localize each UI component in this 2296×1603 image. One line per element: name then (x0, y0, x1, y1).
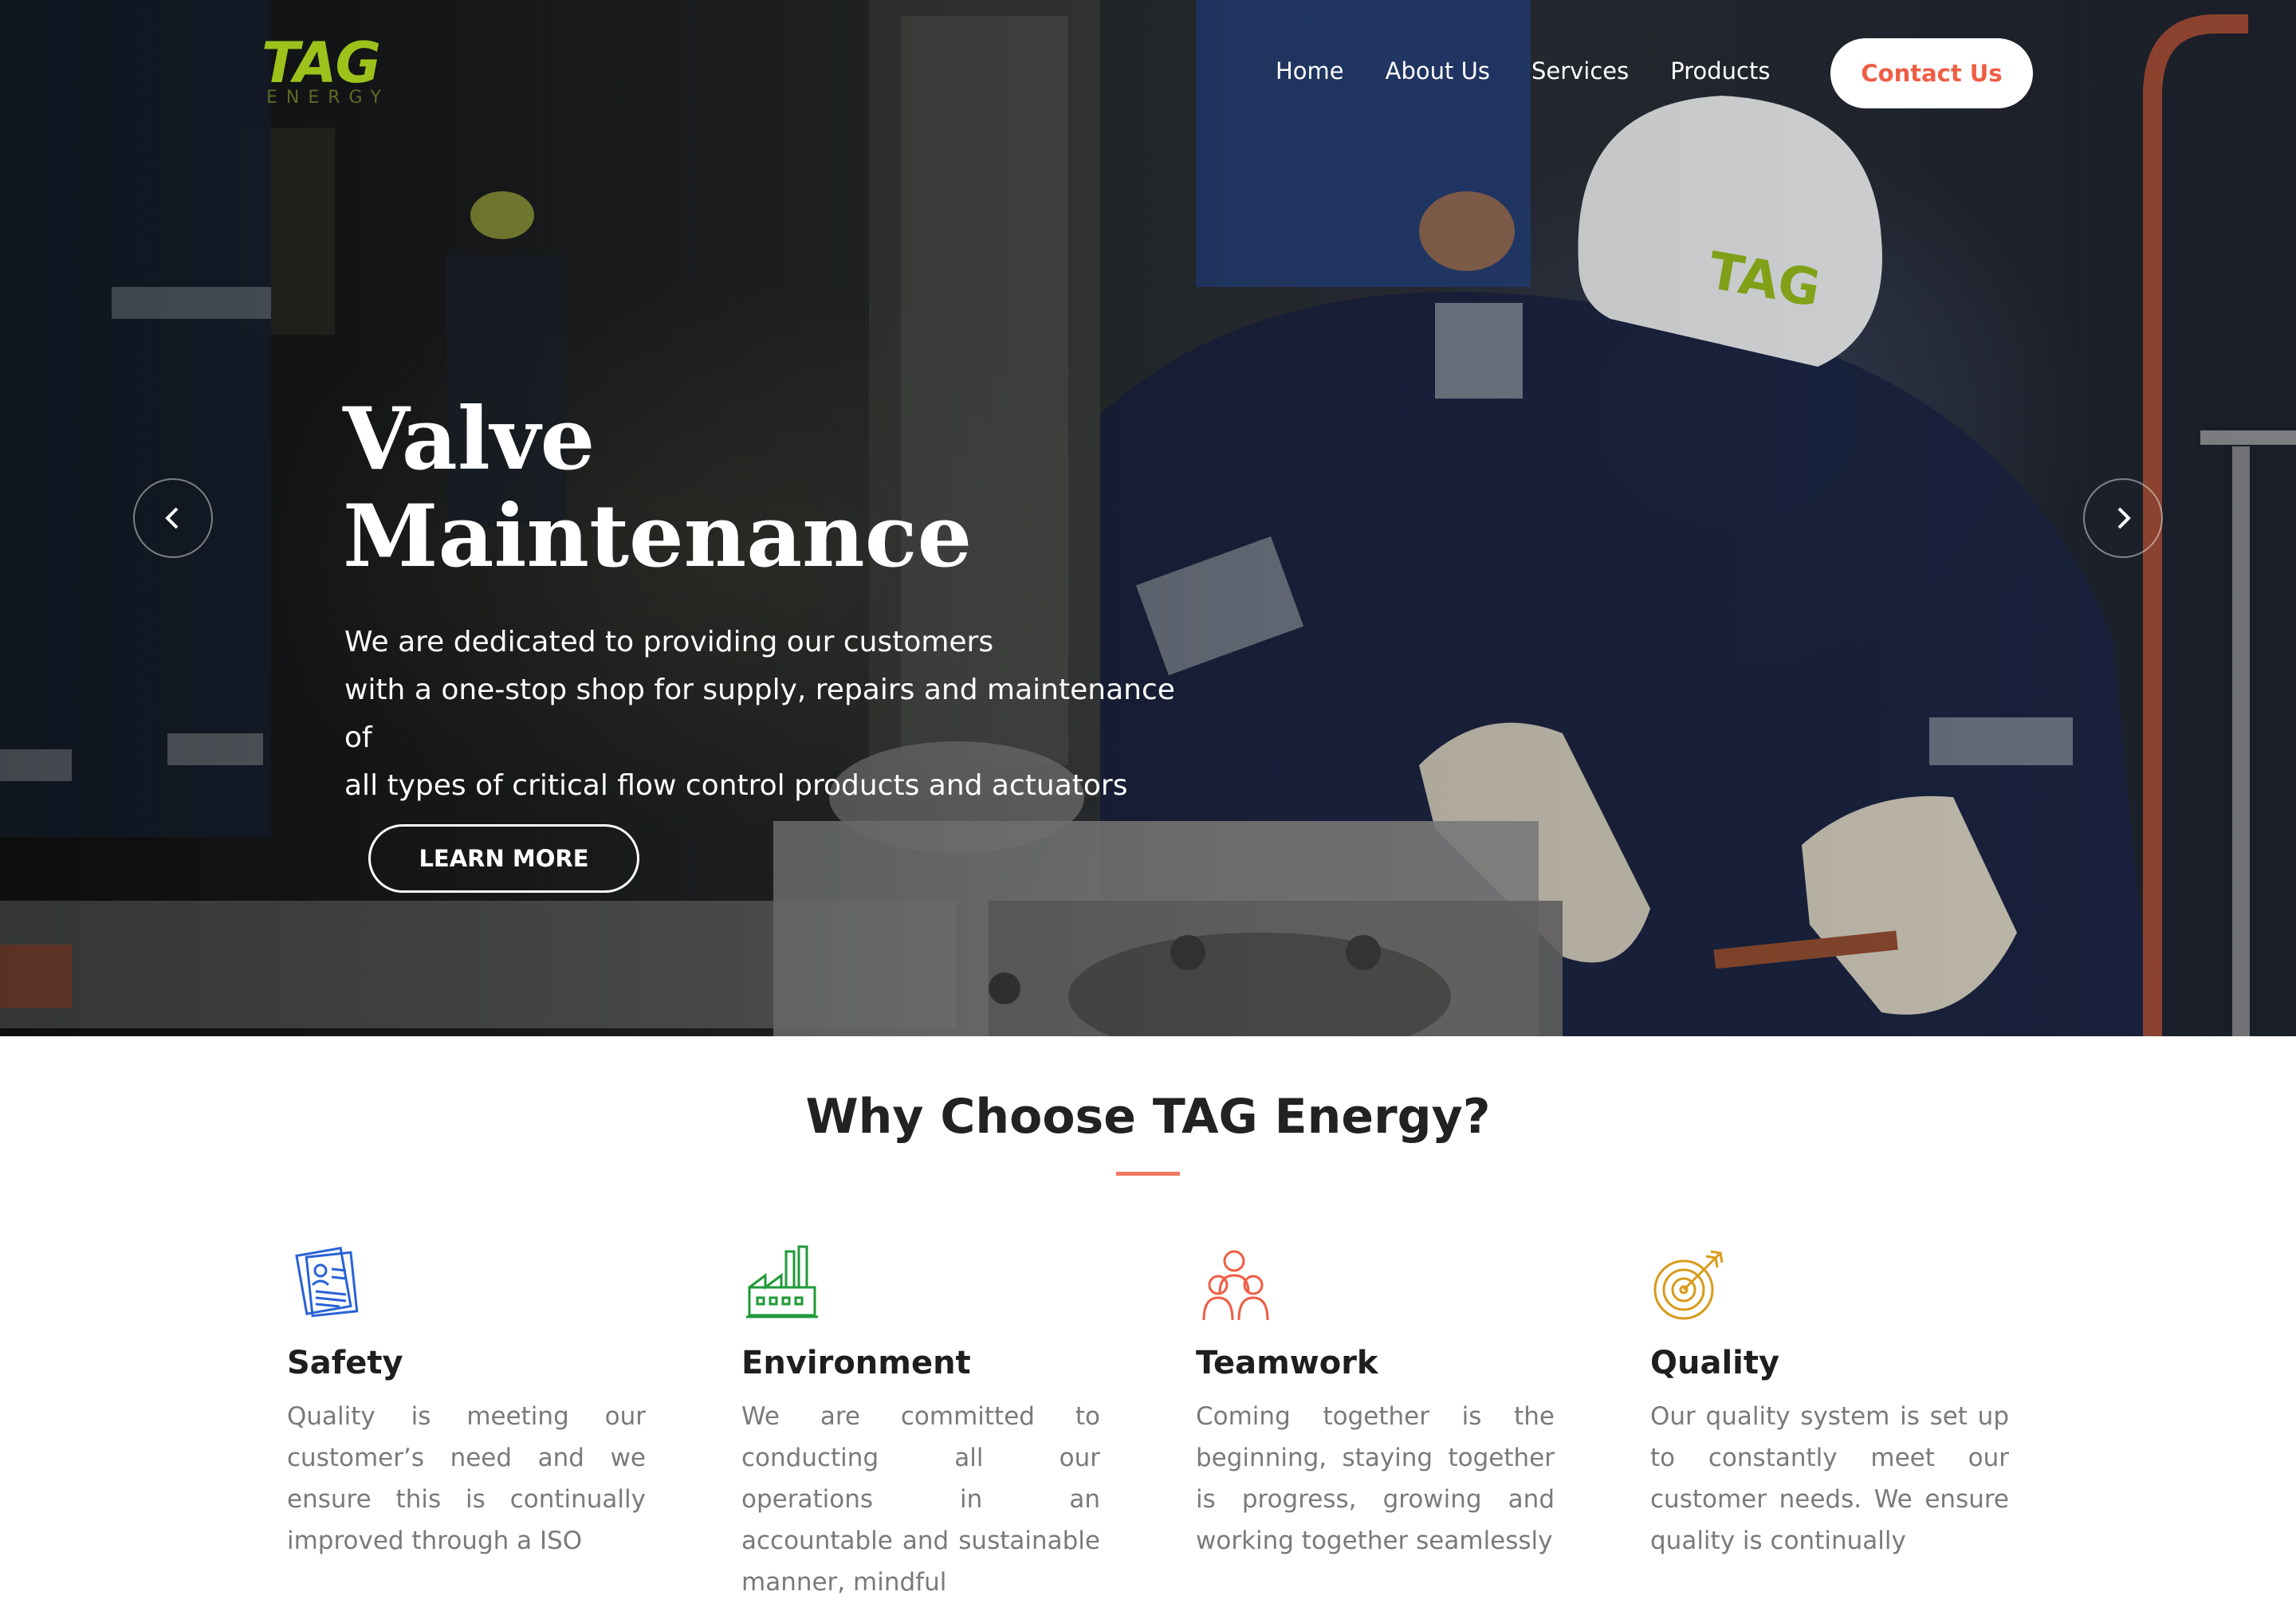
document-icon (295, 1246, 359, 1318)
hero-description: We are dedicated to providing our custom… (344, 619, 1205, 810)
section-title: Why Choose TAG Energy? (805, 1089, 1491, 1145)
chevron-right-icon (2117, 507, 2131, 529)
feature-text: Our quality system is set up to constant… (1650, 1402, 2009, 1555)
feature-title: Quality (1650, 1345, 1780, 1381)
logo-subtitle: ENERGY (266, 88, 390, 108)
slider-prev-button[interactable] (133, 478, 213, 558)
feature-safety: Safety Quality is meeting our customer’s… (287, 1244, 646, 1562)
hero-description-line: with a one-stop shop for supply, repairs… (344, 674, 1175, 754)
feature-title: Teamwork (1196, 1345, 1378, 1381)
factory-icon (746, 1245, 818, 1318)
nav-about-link[interactable]: About Us (1386, 57, 1490, 84)
hero-title: Valve Maintenance (343, 391, 972, 585)
nav-products-link[interactable]: Products (1670, 57, 1770, 84)
logo-wordmark: TAG (261, 30, 381, 96)
chevron-left-icon (165, 507, 179, 529)
main-nav: Home About Us Services Products (1276, 51, 1811, 91)
section-title-underline (1116, 1172, 1180, 1176)
contact-us-button[interactable]: Contact Us (1830, 38, 2033, 108)
hero-description-line: We are dedicated to providing our custom… (344, 626, 994, 658)
learn-more-button[interactable]: LEARN MORE (368, 824, 639, 893)
nav-home-link[interactable]: Home (1276, 57, 1344, 84)
feature-text: We are committed to conducting all our o… (741, 1402, 1100, 1597)
feature-teamwork: Teamwork Coming together is the beginnin… (1196, 1244, 1555, 1562)
hero-description-line: all types of critical flow control produ… (344, 769, 1128, 802)
slider-next-button[interactable] (2083, 478, 2163, 558)
feature-title: Environment (741, 1345, 971, 1381)
feature-quality: Quality Our quality system is set up to … (1650, 1244, 2009, 1562)
target-icon (1653, 1250, 1724, 1320)
hero-slider: TAG TAG ENERGY Home About Us Services Pr… (0, 0, 2296, 1036)
hero-title-line: Maintenance (343, 486, 973, 587)
tag-energy-logo[interactable]: TAG ENERGY (261, 30, 390, 108)
feature-text: Quality is meeting our customer’s need a… (287, 1402, 646, 1555)
hero-title-line: Valve (343, 389, 596, 489)
feature-text: Coming together is the beginning, stayin… (1196, 1402, 1555, 1555)
feature-title: Safety (287, 1345, 403, 1381)
nav-services-link[interactable]: Services (1531, 57, 1629, 84)
team-icon (1202, 1250, 1269, 1321)
feature-environment: Environment We are committed to conducti… (741, 1244, 1100, 1603)
